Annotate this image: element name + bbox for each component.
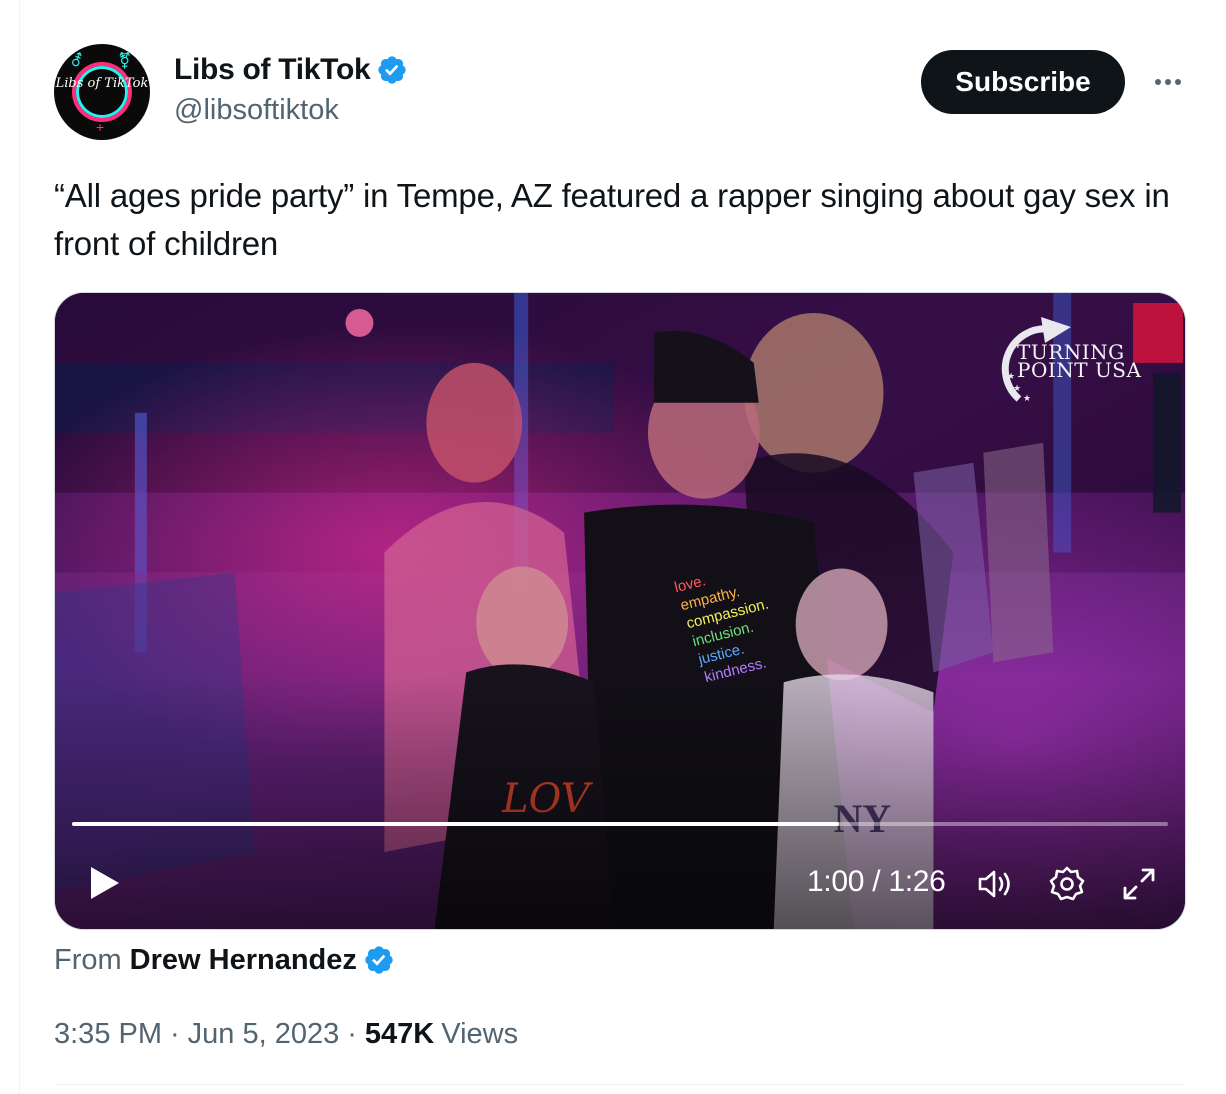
tweet-time[interactable]: 3:35 PM xyxy=(54,1018,162,1051)
author-display-name[interactable]: Libs of TikTok xyxy=(174,53,371,87)
tweet-date[interactable]: Jun 5, 2023 xyxy=(188,1018,340,1051)
views-label: Views xyxy=(441,1017,519,1050)
settings-icon[interactable] xyxy=(1047,864,1087,904)
more-dot xyxy=(1165,79,1171,85)
video-attribution: From Drew Hernandez xyxy=(54,940,395,980)
male-symbol-icon: ⚦ xyxy=(70,53,84,70)
more-dot xyxy=(1175,79,1181,85)
video-progress-fill xyxy=(72,822,840,826)
divider xyxy=(54,1084,1186,1085)
source-name-link[interactable]: Drew Hernandez xyxy=(130,944,357,977)
tweet-text: “All ages pride party” in Tempe, AZ feat… xyxy=(54,177,1170,262)
video-time: 1:00 / 1:26 xyxy=(807,865,946,899)
verified-badge-icon[interactable] xyxy=(376,54,408,86)
play-icon[interactable] xyxy=(83,863,123,903)
svg-text:★: ★ xyxy=(1023,393,1031,403)
subscribe-button[interactable]: Subscribe xyxy=(921,50,1125,114)
tweet-metadata: 3:35 PM · Jun 5, 2023 · 547K Views xyxy=(54,1014,518,1054)
meta-separator: · xyxy=(170,1017,180,1050)
from-label: From xyxy=(54,943,122,976)
svg-text:★: ★ xyxy=(1013,383,1021,393)
author-handle[interactable]: @libsoftiktok xyxy=(174,94,339,127)
meta-separator: · xyxy=(347,1017,357,1050)
fullscreen-icon[interactable] xyxy=(1119,864,1159,904)
svg-text:★: ★ xyxy=(1007,371,1015,381)
verified-badge-icon[interactable] xyxy=(363,944,395,976)
transgender-symbol-icon: ⚧ xyxy=(118,53,132,70)
more-dots-icon[interactable] xyxy=(1148,62,1188,102)
video-progress-bar[interactable] xyxy=(72,822,1168,826)
video-duration: 1:26 xyxy=(888,865,946,898)
avatar-logo-text: Libs of TikTok xyxy=(55,76,149,91)
video-time-separator: / xyxy=(872,865,881,898)
views-count: 547K xyxy=(364,1017,435,1050)
video-player[interactable]: love. empathy. compassion. inclusion. ju… xyxy=(54,292,1186,930)
volume-icon[interactable] xyxy=(975,864,1015,904)
avatar-ring xyxy=(72,62,132,122)
avatar[interactable]: ⚦ ⚧ Libs of TikTok + xyxy=(54,44,150,140)
video-current-time: 1:00 xyxy=(807,865,865,898)
more-dot xyxy=(1155,79,1161,85)
tweet-card: ⚦ ⚧ Libs of TikTok + Libs of TikTok @lib… xyxy=(19,0,1226,1094)
watermark-text: TURNING POINT USA xyxy=(1017,340,1142,382)
author-name-row: Libs of TikTok xyxy=(174,52,408,88)
female-symbol-icon: + xyxy=(96,119,105,135)
